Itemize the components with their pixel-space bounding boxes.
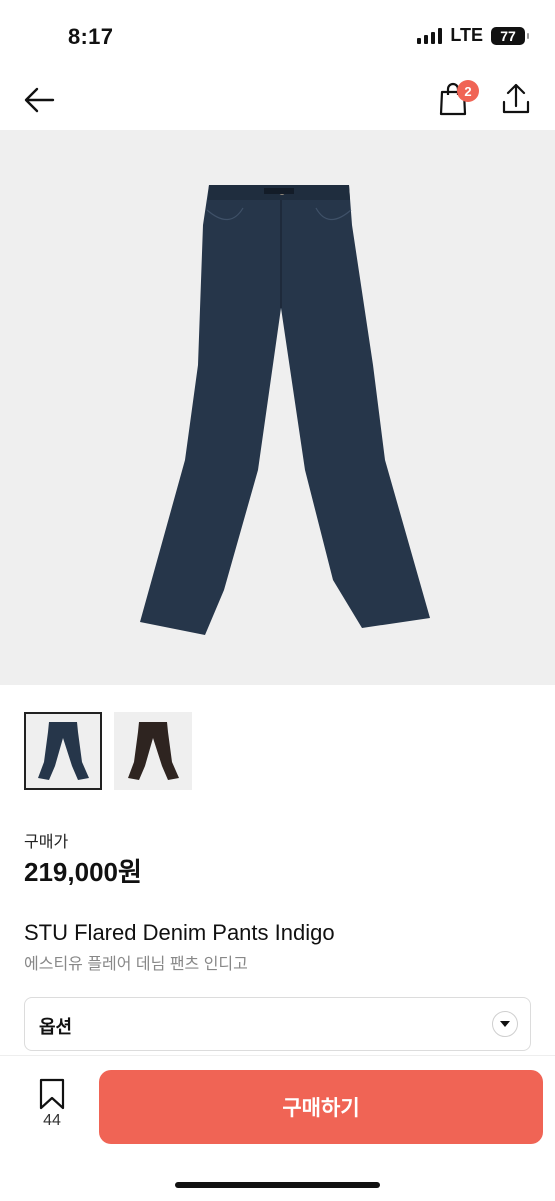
indigo-pants-thumbnail-image: [38, 722, 89, 780]
product-subtitle: 에스티유 플레어 데님 팬츠 인디고: [24, 956, 248, 973]
bookmark-count: 44: [43, 1112, 61, 1129]
network-type: LTE: [450, 25, 483, 45]
thumbnail-indigo[interactable]: [24, 712, 102, 790]
status-time: 8:17: [68, 24, 114, 49]
back-button[interactable]: [20, 80, 60, 120]
bookmark-icon: [39, 1078, 65, 1110]
product-image[interactable]: [0, 130, 555, 685]
variant-thumbnails: [24, 712, 192, 790]
brown-pants-thumbnail-image: [128, 722, 179, 780]
flared-denim-pants-image: [140, 185, 430, 635]
chevron-down-icon: [492, 1011, 518, 1037]
status-indicators: LTE 77: [417, 25, 529, 46]
option-select[interactable]: 옵션: [24, 997, 531, 1051]
battery-icon: 77: [491, 26, 529, 45]
arrow-left-icon: [24, 87, 55, 113]
status-bar: 8:17 LTE 77: [0, 0, 555, 70]
option-label: 옵션: [39, 1017, 73, 1037]
buy-button[interactable]: 구매하기: [99, 1070, 543, 1144]
share-button[interactable]: [496, 78, 536, 118]
battery-level: 77: [500, 27, 516, 44]
product-title: STU Flared Denim Pants Indigo: [24, 920, 335, 945]
home-indicator: [175, 1182, 380, 1188]
signal-icon: [417, 27, 443, 44]
cart-count-badge: 2: [457, 80, 479, 102]
thumbnail-brown[interactable]: [114, 712, 192, 790]
bottom-action-bar: 44 구매하기: [0, 1055, 555, 1201]
bookmark-button[interactable]: 44: [28, 1078, 76, 1138]
price-value: 219,000원: [24, 857, 142, 887]
price-label: 구매가: [24, 834, 69, 851]
share-icon: [502, 83, 530, 114]
